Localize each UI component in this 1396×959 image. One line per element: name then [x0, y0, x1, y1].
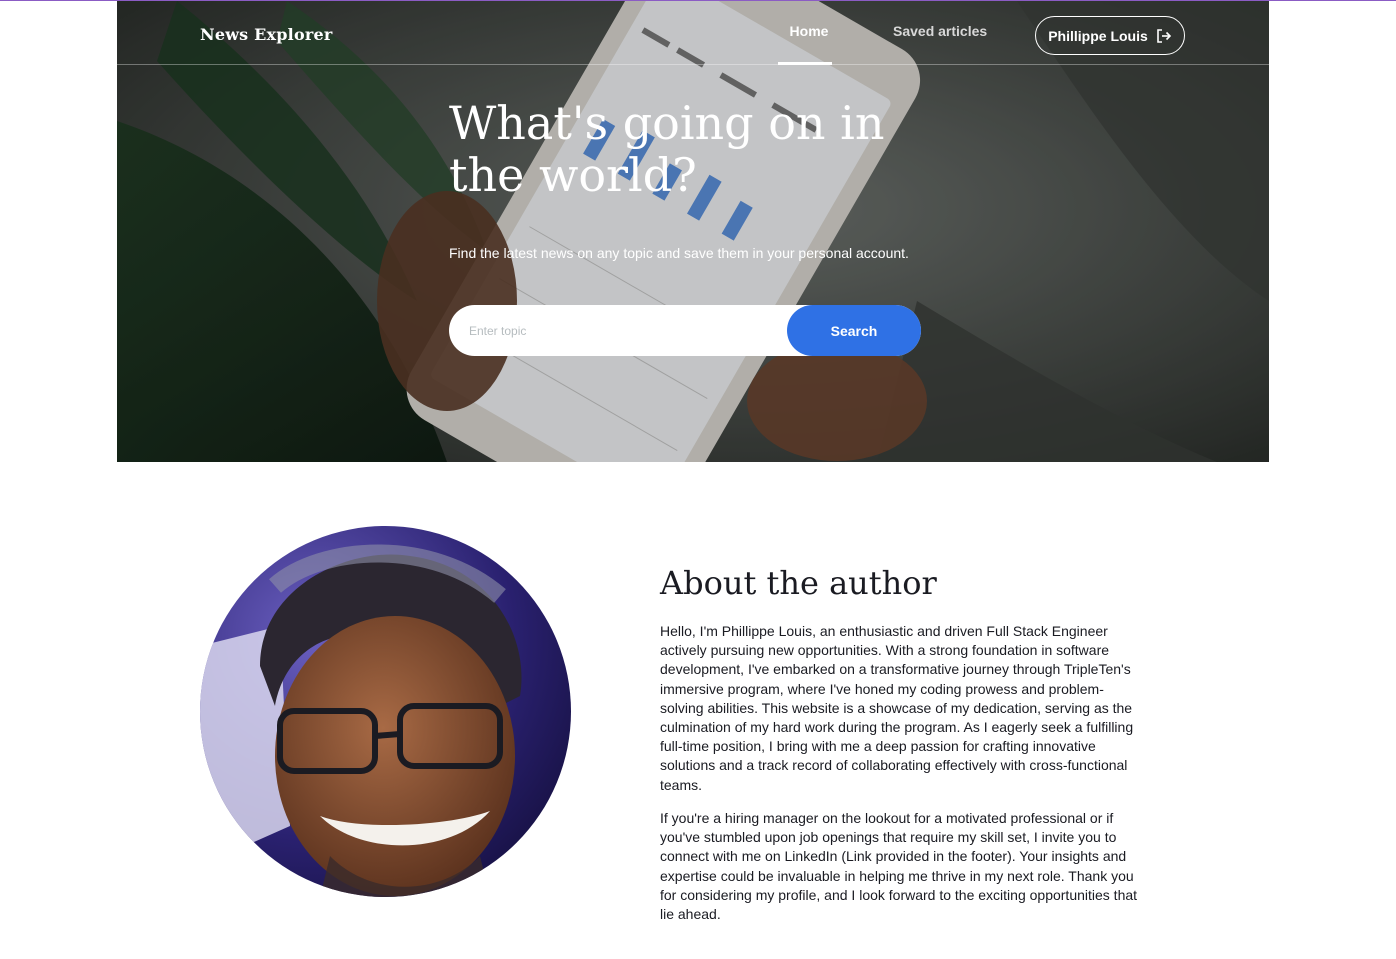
- nav-saved-articles-link[interactable]: Saved articles: [893, 23, 987, 39]
- search-form: Search: [449, 305, 921, 356]
- hero-section: News Explorer Home Saved articles Philli…: [117, 1, 1269, 462]
- logo[interactable]: News Explorer: [200, 25, 332, 44]
- site-header: News Explorer Home Saved articles Philli…: [117, 1, 1269, 65]
- logout-icon: [1156, 28, 1171, 43]
- author-portrait-image: [200, 526, 571, 897]
- search-button[interactable]: Search: [787, 305, 921, 356]
- about-paragraph-1: Hello, I'm Phillippe Louis, an enthusias…: [660, 623, 1134, 793]
- user-logout-button[interactable]: Phillippe Louis: [1035, 16, 1185, 55]
- user-name-label: Phillippe Louis: [1048, 27, 1148, 44]
- about-title: About the author: [660, 564, 937, 602]
- nav-active-indicator: [778, 62, 832, 65]
- nav-home-link[interactable]: Home: [785, 23, 833, 39]
- about-paragraph-2: If you're a hiring manager on the lookou…: [660, 810, 1138, 923]
- hero-subtitle: Find the latest news on any topic and sa…: [449, 245, 909, 261]
- hero-title: What's going on in the world?: [449, 96, 885, 202]
- author-photo: [200, 526, 571, 897]
- hero-overlay: [117, 1, 1269, 462]
